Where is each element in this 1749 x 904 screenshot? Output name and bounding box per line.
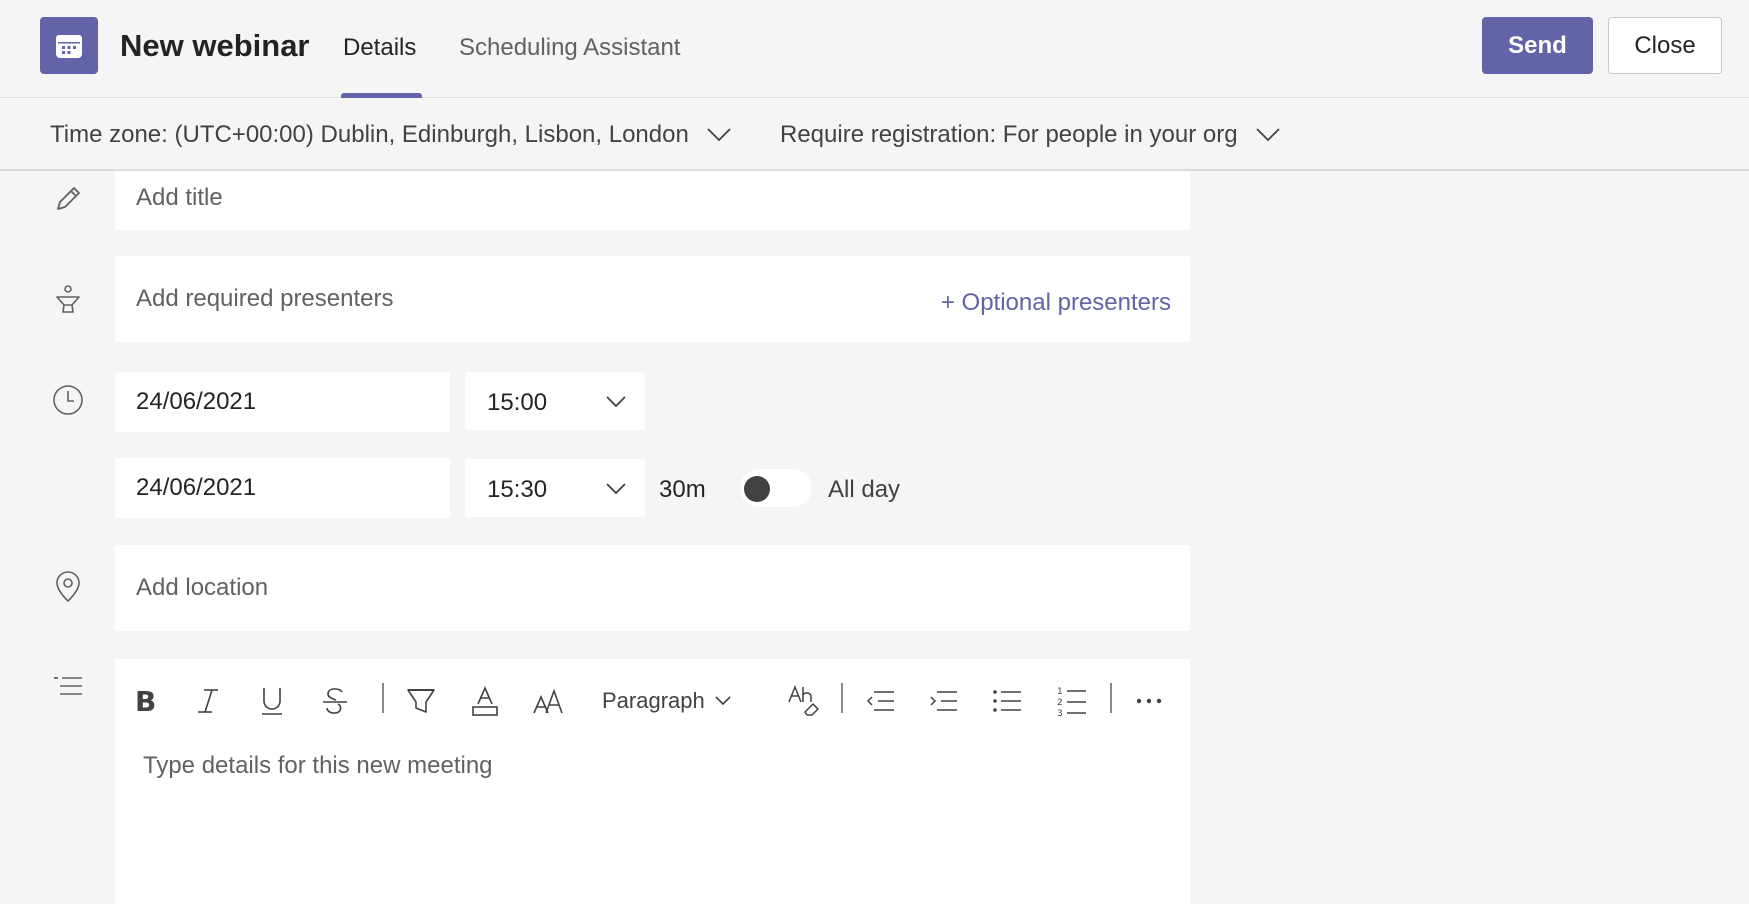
underline-icon[interactable] xyxy=(250,679,294,723)
chevron-down-icon xyxy=(606,483,626,495)
page-title: New webinar xyxy=(120,28,310,63)
toolbar-separator xyxy=(841,683,843,713)
start-date-field[interactable]: 24/06/2021 xyxy=(115,372,450,432)
presenters-placeholder: Add required presenters xyxy=(136,285,394,312)
toggle-knob xyxy=(744,476,770,502)
start-time-dropdown[interactable]: 15:00 xyxy=(465,372,645,430)
strikethrough-icon[interactable] xyxy=(313,679,357,723)
chevron-down-icon xyxy=(715,696,731,706)
close-button[interactable]: Close xyxy=(1608,17,1722,74)
presenters-field[interactable]: Add required presenters + Optional prese… xyxy=(115,256,1190,342)
timezone-dropdown[interactable]: Time zone: (UTC+00:00) Dublin, Edinburgh… xyxy=(50,121,731,149)
active-tab-indicator xyxy=(341,93,422,98)
paragraph-style-dropdown[interactable]: Paragraph xyxy=(602,679,742,723)
chevron-down-icon xyxy=(1255,128,1280,142)
svg-text:B: B xyxy=(135,687,156,715)
paragraph-style-label: Paragraph xyxy=(602,688,705,713)
start-date-value: 24/06/2021 xyxy=(136,388,257,415)
send-button[interactable]: Send xyxy=(1482,17,1593,74)
location-pin-icon xyxy=(50,569,86,605)
toolbar-separator xyxy=(382,683,384,713)
chevron-down-icon xyxy=(707,128,731,142)
highlight-icon[interactable] xyxy=(399,679,443,723)
end-date-field[interactable]: 24/06/2021 xyxy=(115,458,450,518)
end-time-value: 15:30 xyxy=(487,476,548,503)
italic-icon[interactable] xyxy=(186,679,230,723)
font-color-icon[interactable] xyxy=(463,679,507,723)
end-time-dropdown[interactable]: 15:30 xyxy=(465,459,645,517)
increase-indent-icon[interactable] xyxy=(921,679,965,723)
timezone-label: Time zone: (UTC+00:00) Dublin, Edinburgh… xyxy=(50,121,689,148)
title-placeholder: Add title xyxy=(136,184,223,211)
pencil-icon xyxy=(50,181,86,217)
location-placeholder: Add location xyxy=(136,574,269,601)
presenter-icon xyxy=(50,282,86,318)
registration-label: Require registration: For people in your… xyxy=(780,121,1238,148)
font-size-icon[interactable] xyxy=(526,679,570,723)
title-field[interactable]: Add title xyxy=(115,171,1190,230)
calendar-app-icon xyxy=(40,17,98,74)
start-time-value: 15:00 xyxy=(487,389,548,416)
details-list-icon xyxy=(50,670,86,706)
end-date-value: 24/06/2021 xyxy=(136,474,257,501)
numbered-list-icon[interactable]: 123 xyxy=(1050,679,1094,723)
clock-icon xyxy=(50,382,86,418)
bold-icon[interactable]: B xyxy=(123,679,167,723)
all-day-toggle[interactable] xyxy=(740,469,812,507)
toolbar-separator xyxy=(1110,683,1112,713)
options-bar: Time zone: (UTC+00:00) Dublin, Edinburgh… xyxy=(0,99,1749,171)
details-editor[interactable]: B Paragraph 123 Type details for this ne xyxy=(115,659,1190,904)
tab-details[interactable]: Details xyxy=(343,34,416,62)
all-day-label: All day xyxy=(828,476,901,503)
bulleted-list-icon[interactable] xyxy=(985,679,1029,723)
svg-text:3: 3 xyxy=(1057,709,1063,717)
chevron-down-icon xyxy=(606,396,626,408)
tab-scheduling-assistant[interactable]: Scheduling Assistant xyxy=(459,34,680,62)
svg-text:2: 2 xyxy=(1057,698,1063,708)
more-options-icon[interactable] xyxy=(1127,679,1171,723)
registration-dropdown[interactable]: Require registration: For people in your… xyxy=(780,121,1280,149)
clear-formatting-icon[interactable] xyxy=(782,679,826,723)
decrease-indent-icon[interactable] xyxy=(858,679,902,723)
details-placeholder: Type details for this new meeting xyxy=(143,752,493,779)
duration-label: 30m xyxy=(659,476,706,503)
header: New webinar Details Scheduling Assistant… xyxy=(0,0,1749,98)
location-field[interactable]: Add location xyxy=(115,545,1190,631)
svg-text:1: 1 xyxy=(1057,687,1063,697)
optional-presenters-link[interactable]: + Optional presenters xyxy=(941,289,1171,317)
